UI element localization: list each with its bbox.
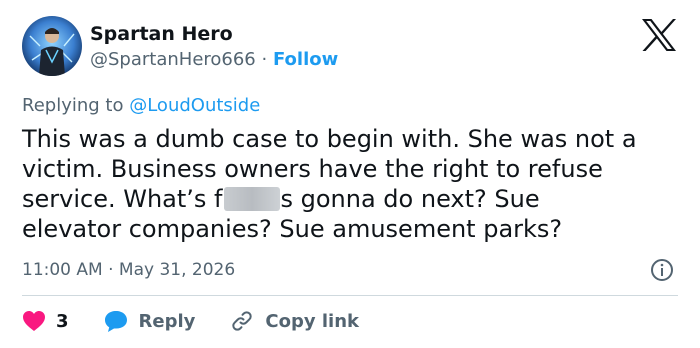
separator-dot: · xyxy=(261,49,268,70)
tweet-timestamp[interactable]: 11:00 AM · May 31, 2026 xyxy=(22,258,235,282)
display-name[interactable]: Spartan Hero xyxy=(90,22,233,46)
tweet-line-segment: s gonna do next? Sue xyxy=(280,185,540,213)
reply-button[interactable]: Reply xyxy=(103,309,196,333)
tweet-line: service. What’s f s gonna do next? Sue xyxy=(22,184,694,214)
link-icon xyxy=(232,311,253,331)
follow-button[interactable]: Follow xyxy=(273,49,338,70)
like-button[interactable]: 3 xyxy=(22,310,69,332)
avatar-image xyxy=(22,16,82,76)
like-count: 3 xyxy=(56,310,69,332)
replying-to-label: Replying to xyxy=(22,95,124,116)
reply-label: Reply xyxy=(138,310,196,332)
tweet-line-segment: service. What’s f xyxy=(22,185,223,213)
tweet-line: elevator companies? Sue amusement parks? xyxy=(22,215,563,243)
reply-mention-link[interactable]: @LoudOutside xyxy=(129,95,260,116)
user-handle[interactable]: @SpartanHero666 xyxy=(90,49,256,70)
tweet-actions: 3 Reply Copy link xyxy=(22,307,393,335)
tweet-line: victim. Business owners have the right t… xyxy=(22,155,603,183)
tweet-text: This was a dumb case to begin with. She … xyxy=(22,124,694,244)
info-icon[interactable] xyxy=(650,258,674,282)
divider xyxy=(22,295,678,296)
reply-context: Replying to @LoudOutside xyxy=(22,94,260,118)
x-logo-icon[interactable] xyxy=(640,18,678,52)
censored-word-blur xyxy=(223,187,280,211)
tweet-line: This was a dumb case to begin with. She … xyxy=(22,125,637,153)
reply-bubble-icon xyxy=(104,311,127,332)
heart-icon xyxy=(23,311,45,331)
copy-link-button[interactable]: Copy link xyxy=(229,309,359,333)
copy-link-label: Copy link xyxy=(265,310,359,332)
handle-line: @SpartanHero666 · Follow xyxy=(90,48,338,72)
avatar[interactable] xyxy=(22,16,82,76)
